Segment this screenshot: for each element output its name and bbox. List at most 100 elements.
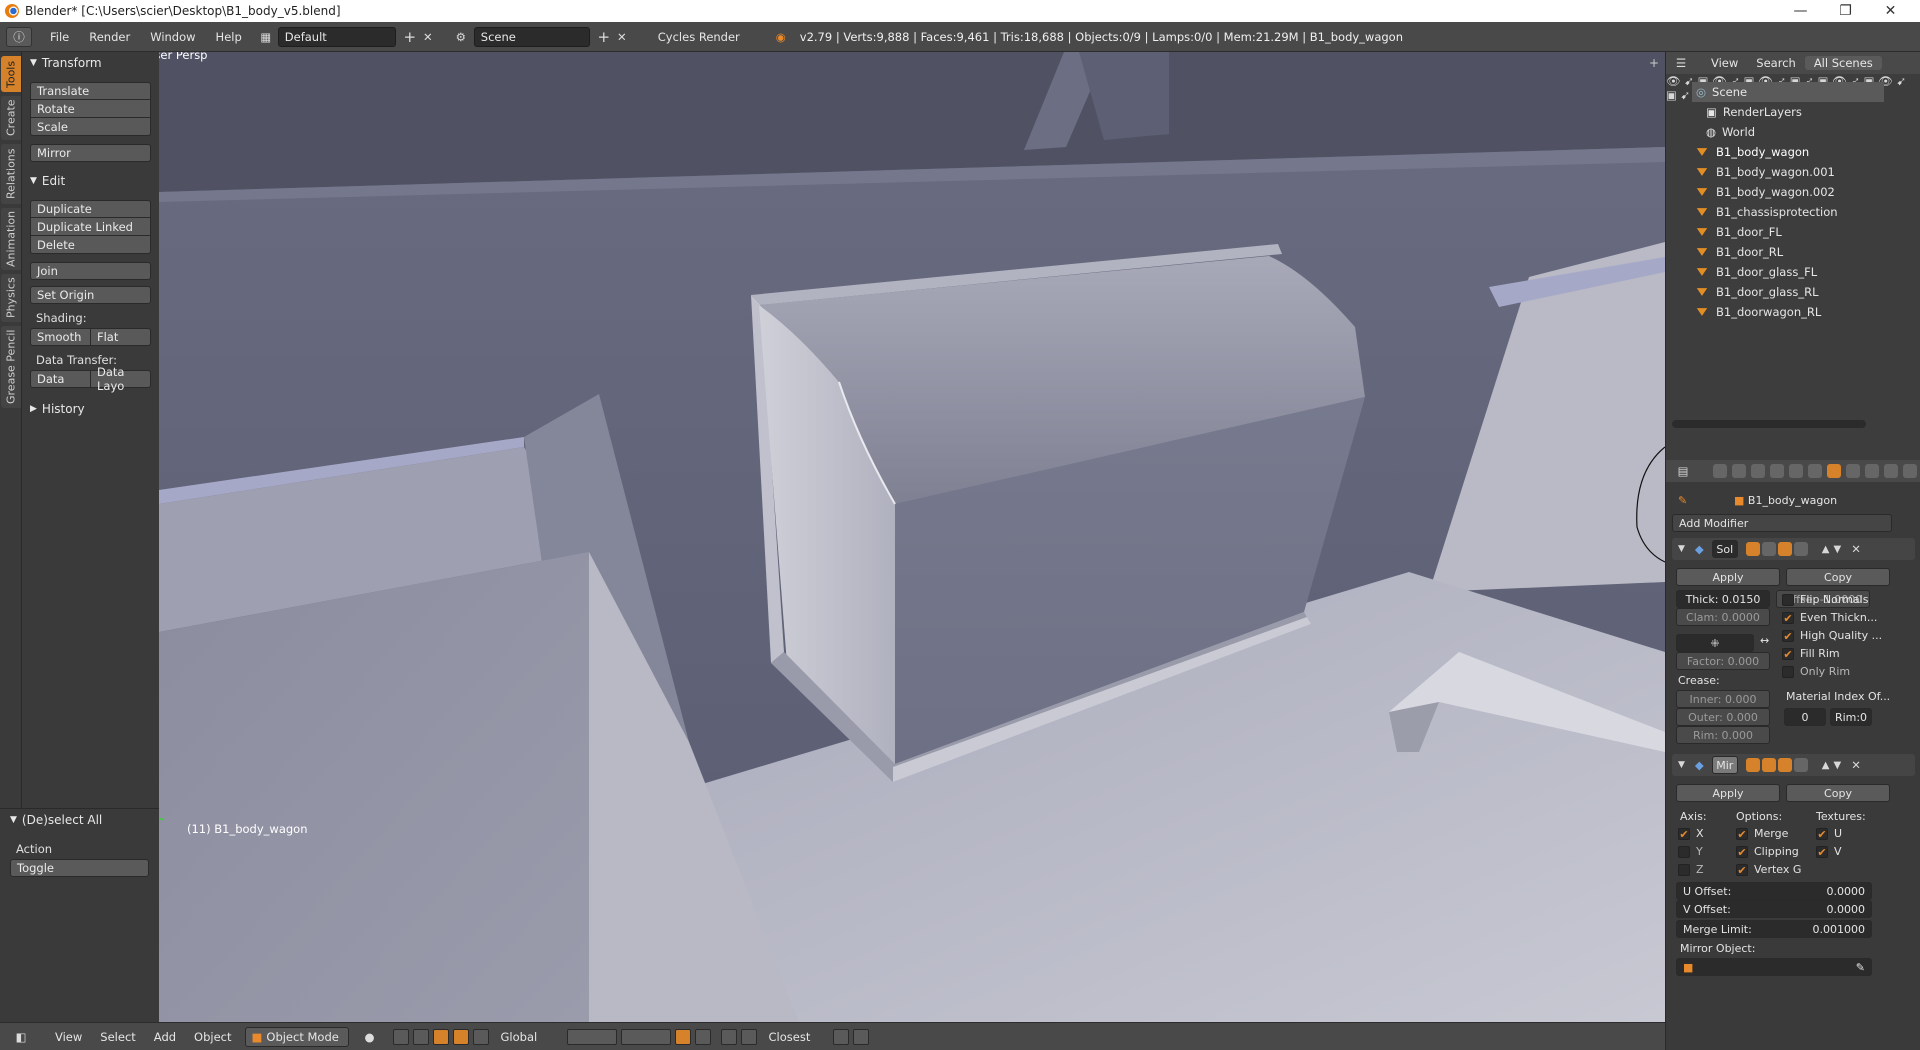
clamp-field[interactable]: Clam: 0.0000 xyxy=(1676,608,1770,626)
outliner-scrollbar[interactable] xyxy=(1672,420,1866,428)
scene-tab-icon[interactable] xyxy=(1751,464,1765,478)
minimize-button[interactable]: — xyxy=(1778,0,1823,22)
move-up-icon[interactable]: ▲ xyxy=(1822,760,1830,771)
outliner-row-object[interactable]: B1_door_glass_FL xyxy=(1694,262,1920,282)
world-tab-icon[interactable] xyxy=(1770,464,1784,478)
mirror-button[interactable]: Mirror xyxy=(30,144,151,162)
vertex-groups-checkbox[interactable]: ✔ xyxy=(1736,864,1748,876)
solidify-apply-button[interactable]: Apply xyxy=(1676,568,1780,586)
pin-icon[interactable]: ✎ xyxy=(1678,494,1687,507)
rotate-button[interactable]: Rotate xyxy=(30,100,151,118)
factor-field[interactable]: Factor: 0.000 xyxy=(1676,652,1770,670)
add-modifier-dropdown[interactable]: Add Modifier xyxy=(1672,514,1892,532)
menu-help[interactable]: Help xyxy=(206,30,252,44)
add-scene-icon[interactable]: + xyxy=(594,28,614,46)
cage-toggle-icon[interactable] xyxy=(1793,758,1808,772)
flat-button[interactable]: Flat xyxy=(91,328,151,346)
scene-field[interactable]: Scene xyxy=(473,26,590,47)
render-toggle-icon[interactable] xyxy=(1745,542,1760,556)
only-rim-checkbox[interactable] xyxy=(1782,666,1794,678)
operator-panel-header[interactable]: ▼ (De)select All xyxy=(0,809,159,831)
flip-normals-checkbox[interactable] xyxy=(1782,594,1794,606)
outliner-row-object[interactable]: B1_body_wagon.002 xyxy=(1694,182,1920,202)
outliner-row-renderlayers[interactable]: ▣ RenderLayers xyxy=(1706,102,1920,122)
menu-window[interactable]: Window xyxy=(140,30,205,44)
set-origin-dropdown[interactable]: Set Origin xyxy=(30,286,151,304)
menu-view[interactable]: View xyxy=(46,1030,91,1044)
info-editor-type-button[interactable]: ⓘ xyxy=(6,26,32,47)
data-tab-icon[interactable] xyxy=(1846,464,1860,478)
join-button[interactable]: Join xyxy=(30,262,151,280)
mirror-copy-button[interactable]: Copy xyxy=(1786,784,1890,802)
tab-physics[interactable]: Physics xyxy=(1,274,21,322)
collapse-arrow-icon[interactable]: ▼ xyxy=(1678,544,1685,554)
render-tab-icon[interactable] xyxy=(1713,464,1727,478)
invert-arrows-icon[interactable]: ↔ xyxy=(1760,634,1769,647)
texture-u-checkbox[interactable]: ✔ xyxy=(1816,828,1828,840)
fill-rim-checkbox[interactable]: ✔ xyxy=(1782,648,1794,660)
remove-screen-icon[interactable]: ✕ xyxy=(420,30,436,44)
proportional-edit-icon[interactable] xyxy=(694,1028,711,1045)
translate-manipulator-icon[interactable] xyxy=(432,1028,449,1045)
v-offset-field[interactable]: V Offset: 0.0000 xyxy=(1676,900,1872,918)
smooth-button[interactable]: Smooth xyxy=(30,328,91,346)
outliner-row-object[interactable]: B1_doorwagon_RL xyxy=(1694,302,1920,322)
snap-target-dropdown[interactable]: Closest xyxy=(762,1026,827,1047)
collapse-arrow-icon[interactable]: ▼ xyxy=(1678,760,1685,770)
data-button[interactable]: Data xyxy=(30,370,91,388)
solidify-name-field[interactable]: Sol xyxy=(1711,540,1738,558)
tab-tools[interactable]: Tools xyxy=(1,56,21,92)
remove-scene-icon[interactable]: ✕ xyxy=(614,30,630,44)
opengl-render-icon[interactable] xyxy=(832,1028,849,1045)
outliner-row-object[interactable]: B1_body_wagon.001 xyxy=(1694,162,1920,182)
properties-editor-icon[interactable]: ▤ xyxy=(1672,464,1694,478)
outliner-view-menu[interactable]: View xyxy=(1702,56,1747,70)
viewport-shading-icon[interactable]: ● xyxy=(359,1030,381,1044)
tab-relations[interactable]: Relations xyxy=(1,144,21,204)
texture-tab-icon[interactable] xyxy=(1884,464,1898,478)
render-engine-dropdown[interactable]: Cycles Render xyxy=(651,26,760,47)
history-panel-header[interactable]: ▶ History xyxy=(22,398,159,420)
maximize-button[interactable]: ❐ xyxy=(1823,0,1868,22)
layer-buttons-1[interactable] xyxy=(566,1028,617,1045)
scale-button[interactable]: Scale xyxy=(30,118,151,136)
particles-tab-icon[interactable] xyxy=(1903,464,1917,478)
crease-rim-field[interactable]: Rim: 0.000 xyxy=(1676,726,1770,744)
tab-create[interactable]: Create xyxy=(1,96,21,140)
pivot-point-icon[interactable] xyxy=(392,1028,409,1045)
scene-icon[interactable]: ⚙ xyxy=(450,30,472,44)
layer-buttons-2[interactable] xyxy=(620,1028,671,1045)
action-dropdown[interactable]: Toggle xyxy=(10,859,149,877)
modifiers-wrench-icon[interactable] xyxy=(1827,464,1841,478)
object-tab-icon[interactable] xyxy=(1789,464,1803,478)
solidify-copy-button[interactable]: Copy xyxy=(1786,568,1890,586)
merge-limit-field[interactable]: Merge Limit: 0.001000 xyxy=(1676,920,1872,938)
data-layout-button[interactable]: Data Layo xyxy=(91,365,151,393)
outliner-display-mode[interactable]: All Scenes xyxy=(1804,56,1882,70)
translate-button[interactable]: Translate xyxy=(30,82,151,100)
merge-checkbox[interactable]: ✔ xyxy=(1736,828,1748,840)
editmode-toggle-icon[interactable] xyxy=(1777,542,1792,556)
screen-layout-field[interactable]: Default xyxy=(277,26,396,47)
screen-layout-icon[interactable]: ▦ xyxy=(258,30,274,44)
rotate-manipulator-icon[interactable] xyxy=(452,1028,469,1045)
viewport-toggle-icon[interactable] xyxy=(1761,542,1776,556)
mode-dropdown[interactable]: ■ Object Mode xyxy=(244,1026,349,1047)
duplicate-button[interactable]: Duplicate xyxy=(30,200,151,218)
menu-add[interactable]: Add xyxy=(145,1030,185,1044)
high-quality-normals-checkbox[interactable]: ✔ xyxy=(1782,630,1794,642)
snap-element-icon[interactable] xyxy=(740,1028,757,1045)
outliner-row-scene[interactable]: ◎ Scene xyxy=(1692,82,1884,102)
axis-z-checkbox[interactable] xyxy=(1678,864,1690,876)
manipulator-toggle-icon[interactable] xyxy=(412,1028,429,1045)
outliner-row-world[interactable]: ◍ World xyxy=(1706,122,1920,142)
clipping-checkbox[interactable]: ✔ xyxy=(1736,846,1748,858)
axis-x-checkbox[interactable]: ✔ xyxy=(1678,828,1690,840)
move-down-icon[interactable]: ▼ xyxy=(1833,760,1841,771)
delete-button[interactable]: Delete xyxy=(30,236,151,254)
outliner-search-menu[interactable]: Search xyxy=(1747,56,1805,70)
mirror-object-field[interactable]: ■ ✎ xyxy=(1676,958,1872,976)
3d-viewport[interactable]: User Persp (11) B1_body_wagon + xyxy=(159,52,1665,1022)
outliner-row-object[interactable]: B1_chassisprotection xyxy=(1694,202,1920,222)
viewport-plus-icon[interactable]: + xyxy=(1649,56,1659,70)
